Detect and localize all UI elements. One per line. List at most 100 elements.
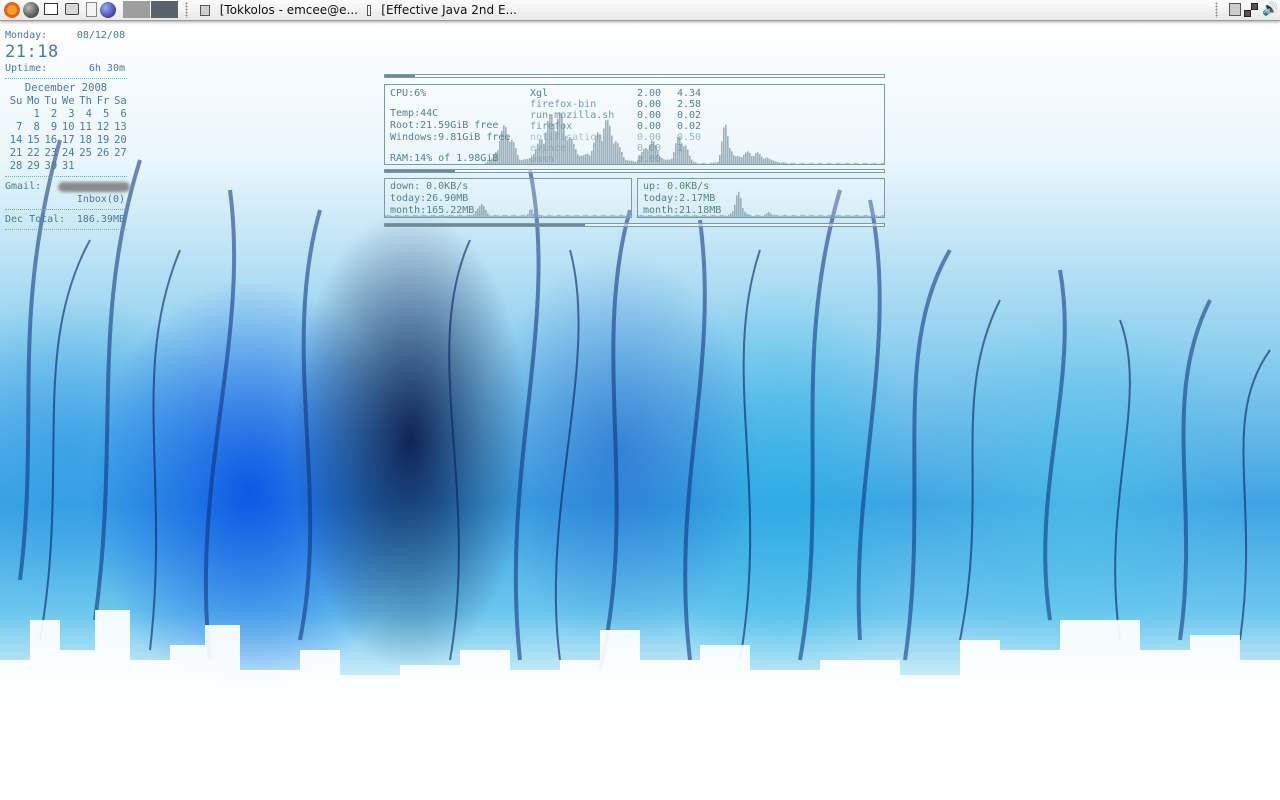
document-viewer-icon xyxy=(367,4,372,16)
graph-bar xyxy=(625,215,627,217)
calendar-day: 8 xyxy=(33,121,40,133)
workspace-switcher-2[interactable] xyxy=(151,1,178,18)
graph-bar xyxy=(717,161,719,164)
graph-bar xyxy=(561,215,563,217)
graph-bar xyxy=(691,159,693,164)
graph-bar xyxy=(766,213,768,217)
tray-app-icon[interactable] xyxy=(1229,3,1241,16)
graph-bar xyxy=(669,159,671,164)
calendar-day: 7 xyxy=(16,121,23,133)
screenshot-launcher-icon[interactable] xyxy=(65,3,79,15)
graph-bar xyxy=(739,156,741,164)
graph-bar xyxy=(509,215,511,217)
graph-bar xyxy=(856,214,858,217)
graph-bar xyxy=(873,162,875,164)
workspace-switcher-1[interactable] xyxy=(123,1,150,18)
graph-bar xyxy=(791,162,793,164)
graph-bar xyxy=(541,214,543,217)
calendar-day: 2 xyxy=(50,108,58,120)
graph-bar xyxy=(826,215,828,217)
graph-bar xyxy=(736,195,738,217)
graph-bar xyxy=(638,215,640,217)
graph-bar xyxy=(850,215,852,217)
graph-bar xyxy=(595,215,597,217)
graph-bar xyxy=(539,214,541,217)
calendar-day xyxy=(109,160,126,173)
globe-launcher-icon[interactable] xyxy=(100,2,116,18)
graph-bar xyxy=(533,213,535,217)
graph-bar xyxy=(619,215,621,217)
calendar-day: 12 xyxy=(96,121,110,133)
upload-month: month:21.18MB xyxy=(643,205,722,216)
graph-bar xyxy=(878,215,880,217)
graph-bar xyxy=(817,163,819,164)
calendar-day: 9 xyxy=(50,121,58,133)
graph-bar xyxy=(709,163,711,164)
graph-bar xyxy=(507,215,509,217)
download-speed: down: 0.0KB/s xyxy=(390,181,469,192)
graph-bar xyxy=(629,160,631,164)
graph-bar xyxy=(763,158,765,164)
graph-bar xyxy=(865,162,867,164)
graph-bar xyxy=(757,152,759,164)
volume-icon[interactable]: 🔊 xyxy=(1262,2,1278,18)
graph-bar xyxy=(761,156,763,164)
graph-bar xyxy=(787,163,789,164)
text-editor-launcher-icon[interactable] xyxy=(86,2,97,17)
calendar-weekday: Mo xyxy=(27,95,40,107)
graph-bar xyxy=(625,159,627,164)
graph-bar xyxy=(816,215,818,217)
graph-bar xyxy=(798,215,800,217)
graph-bar xyxy=(693,161,695,164)
graph-bar xyxy=(687,149,689,164)
graph-bar xyxy=(821,163,823,164)
graph-bar xyxy=(623,156,625,164)
graph-bar xyxy=(683,146,685,164)
graph-bar xyxy=(579,155,581,164)
graph-bar xyxy=(871,163,873,164)
system-stats-panel: CPU:6% Temp:44C Root:21.59GiB free Windo… xyxy=(384,84,885,165)
calendar-day: 5 xyxy=(103,108,110,120)
cpu-usage-fill xyxy=(385,75,415,77)
web-browser-launcher-icon[interactable] xyxy=(23,2,39,18)
graph-bar xyxy=(713,162,715,164)
graph-bar xyxy=(605,215,607,217)
graph-bar xyxy=(808,215,810,217)
graph-bar xyxy=(513,142,515,164)
taskbar-button-label: [Effective Java 2nd E... xyxy=(381,3,517,17)
graph-bar xyxy=(792,214,794,217)
graph-bar xyxy=(743,154,745,164)
graph-bar xyxy=(842,215,844,217)
ubuntu-menu-icon[interactable] xyxy=(4,2,20,18)
graph-bar xyxy=(723,127,725,164)
show-desktop-icon[interactable] xyxy=(44,3,58,15)
network-icon[interactable] xyxy=(1244,2,1260,18)
panel-drag-handle[interactable] xyxy=(1215,2,1218,18)
total-label: Dec Total: xyxy=(5,214,66,225)
day-label: Monday: xyxy=(5,30,48,41)
graph-bar xyxy=(527,158,529,164)
graph-bar xyxy=(489,215,491,217)
cpu-usage-bar xyxy=(384,74,885,78)
system-monitor-widget: CPU:6% Temp:44C Root:21.59GiB free Windo… xyxy=(384,74,885,230)
graph-bar xyxy=(764,214,766,217)
graph-bar xyxy=(815,163,817,164)
graph-bar xyxy=(527,214,529,217)
graph-bar xyxy=(802,214,804,217)
graph-bar xyxy=(846,214,848,217)
panel-drag-handle[interactable] xyxy=(185,2,188,18)
taskbar-button-document[interactable]: [Effective Java 2nd E... xyxy=(367,0,517,20)
disk-usage-bar xyxy=(384,223,885,227)
graph-bar xyxy=(868,215,870,217)
graph-bar xyxy=(813,163,815,164)
download-today: today:26.90MB xyxy=(390,193,469,204)
graph-bar xyxy=(774,214,776,217)
taskbar-button-terminal[interactable]: [Tokkolos - emcee@e... xyxy=(200,0,358,20)
graph-bar xyxy=(515,148,517,164)
graph-bar xyxy=(746,213,748,217)
calendar-day: 16 xyxy=(44,134,58,146)
graph-bar xyxy=(857,163,859,164)
graph-bar xyxy=(583,215,585,217)
graph-bar xyxy=(663,159,665,164)
graph-bar xyxy=(796,215,798,217)
